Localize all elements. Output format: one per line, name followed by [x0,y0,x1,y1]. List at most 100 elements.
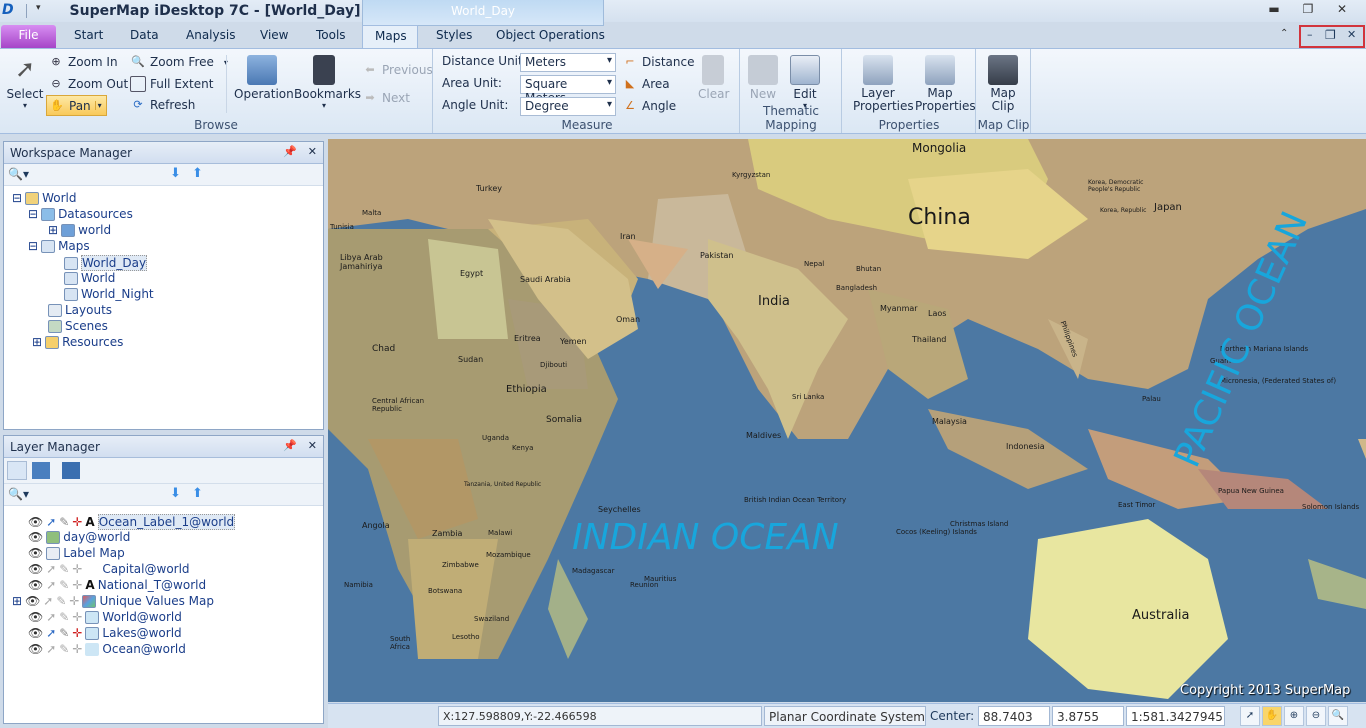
snap-icon[interactable]: ✛ [72,642,82,656]
close-panel-icon[interactable]: ✕ [308,439,317,452]
zoom-out-button[interactable]: ⊖ Zoom Out [48,76,128,92]
visibility-eye-icon[interactable]: 👁 [28,562,43,576]
expand-icon[interactable]: ⊞ [48,223,58,237]
pan-button[interactable]: ✋ Pan ▾ [46,95,107,116]
visibility-eye-icon[interactable]: 👁 [28,626,43,640]
editable-pen-icon[interactable]: ✎ [59,626,69,640]
pin-icon[interactable]: 📌 [283,439,297,452]
tab-analysis[interactable]: Analysis [174,25,247,48]
restore-icon[interactable]: ❐ [1296,2,1320,20]
visibility-eye-icon[interactable]: 👁 [28,642,43,656]
layer-unique-values-map[interactable]: ⊞ 👁 ➚ ✎ ✛ Unique Values Map [12,594,214,608]
previous-button[interactable]: ⬅ Previous [362,62,432,78]
layer-lakes[interactable]: 👁 ➚ ✎ ✛ Lakes@world [28,626,182,640]
tab-file[interactable]: File [1,25,56,48]
visibility-eye-icon[interactable]: 👁 [28,530,43,544]
select-tool-icon[interactable]: ➚ [1240,706,1260,726]
doc-minimize-icon[interactable]: – [1307,28,1313,41]
snap-icon[interactable]: ✛ [72,562,82,576]
area-unit-select[interactable]: Square Meters [520,75,616,105]
doc-restore-icon[interactable]: ❐ [1325,28,1336,42]
editable-pen-icon[interactable]: ✎ [59,610,69,624]
editable-pen-icon[interactable]: ✎ [59,562,69,576]
visibility-eye-icon[interactable]: 👁 [28,515,43,529]
pin-icon[interactable]: 📌 [283,145,297,158]
search-icon[interactable]: 🔍▾ [8,487,29,501]
selectable-arrow-icon[interactable]: ➚ [46,642,56,656]
selectable-arrow-icon[interactable]: ➚ [46,578,56,592]
select-button[interactable]: ➚ Select ▾ [6,55,44,110]
editable-pen-icon[interactable]: ✎ [59,515,69,529]
layer-world[interactable]: 👁 ➚ ✎ ✛ World@world [28,610,182,624]
close-panel-icon[interactable]: ✕ [308,145,317,158]
zoom-in-tool-icon[interactable]: ⊕ [1284,706,1304,726]
layer-label-map[interactable]: 👁 Label Map [28,546,125,560]
tree-node-world-night[interactable]: World_Night [64,287,154,301]
layer-ocean-label[interactable]: 👁 ➚ ✎ ✛ A Ocean_Label_1@world [28,514,236,530]
minimize-icon[interactable]: ▬ [1262,2,1286,20]
selectable-arrow-icon[interactable]: ➚ [46,626,56,640]
tree-node-scenes[interactable]: Scenes [48,319,108,333]
selectable-arrow-icon[interactable]: ➚ [46,610,56,624]
next-button[interactable]: ➡ Next [362,90,410,106]
edit-thematic-button[interactable]: Edit ▾ [787,55,823,110]
arrow-up-icon[interactable]: ⬆ [192,166,203,181]
tree-node-datasources[interactable]: ⊟ Datasources [28,207,133,221]
editable-pen-icon[interactable]: ✎ [56,594,66,608]
editable-pen-icon[interactable]: ✎ [59,642,69,656]
new-thematic-button[interactable]: New [745,55,781,101]
tree-node-world-map[interactable]: World [64,271,115,285]
tree-node-maps[interactable]: ⊟ Maps [28,239,90,253]
operation-button[interactable]: Operation [234,55,294,101]
zoom-free-tool-icon[interactable]: 🔍 [1328,706,1348,726]
bookmarks-button[interactable]: Bookmarks ▾ [294,55,361,110]
visibility-eye-icon[interactable]: 👁 [28,578,43,592]
arrow-down-icon[interactable]: ⬇ [170,486,181,501]
search-icon[interactable]: 🔍▾ [8,167,29,181]
zoom-in-button[interactable]: ⊕ Zoom In [48,54,117,70]
area-button[interactable]: ◣ Area [622,76,670,92]
selectable-arrow-icon[interactable]: ➚ [43,594,53,608]
layer-national-t[interactable]: 👁 ➚ ✎ ✛ A National_T@world [28,578,206,592]
layer-list-icon[interactable] [7,461,27,480]
collapse-icon[interactable]: ⊟ [12,191,22,205]
clear-button[interactable]: Clear [698,55,729,101]
pan-tool-icon[interactable]: ✋ [1262,706,1282,726]
selectable-arrow-icon[interactable]: ➚ [46,515,56,529]
zoom-free-button[interactable]: 🔍Zoom Free▾ [130,54,228,70]
tab-data[interactable]: Data [118,25,171,48]
layer-properties-button[interactable]: Layer Properties [847,55,914,113]
tab-start[interactable]: Start [62,25,115,48]
doc-close-icon[interactable]: ✕ [1347,28,1356,41]
tab-styles[interactable]: Styles [424,25,484,48]
center-y-input[interactable]: 3.8755 [1052,706,1124,726]
scale-select[interactable]: 1:581.342794513 [1126,706,1225,726]
layer-ocean[interactable]: 👁 ➚ ✎ ✛ Ocean@world [28,642,186,656]
snap-icon[interactable]: ✛ [72,626,82,640]
angle-button[interactable]: ∠ Angle [622,98,676,114]
tree-node-layouts[interactable]: Layouts [48,303,112,317]
tab-maps[interactable]: Maps [362,25,418,48]
tab-tools[interactable]: Tools [304,25,358,48]
expand-icon[interactable]: ⊞ [32,335,42,349]
snap-icon[interactable]: ✛ [69,594,79,608]
visibility-eye-icon[interactable]: 👁 [28,610,43,624]
snap-icon[interactable]: ✛ [72,610,82,624]
tree-node-world[interactable]: ⊟ World [12,191,76,205]
collapse-icon[interactable]: ⊟ [28,207,38,221]
visibility-eye-icon[interactable]: 👁 [28,546,43,560]
tab-object-operations[interactable]: Object Operations [484,25,617,48]
arrow-down-icon[interactable]: ⬇ [170,166,181,181]
tree-node-resources[interactable]: ⊞ Resources [32,335,123,349]
snap-icon[interactable]: ✛ [72,578,82,592]
distance-unit-select[interactable]: Meters [520,53,616,72]
selectable-arrow-icon[interactable]: ➚ [46,562,56,576]
zoom-out-tool-icon[interactable]: ⊖ [1306,706,1326,726]
map-clip-button[interactable]: Map Clip [983,55,1023,113]
refresh-button[interactable]: ⟳ Refresh [130,97,195,113]
tree-node-datasource-world[interactable]: ⊞ world [48,223,111,237]
layer-day[interactable]: 👁 day@world [28,530,130,544]
angle-unit-select[interactable]: Degree [520,97,616,116]
collapse-icon[interactable]: ⊟ [28,239,38,253]
editable-pen-icon[interactable]: ✎ [59,578,69,592]
